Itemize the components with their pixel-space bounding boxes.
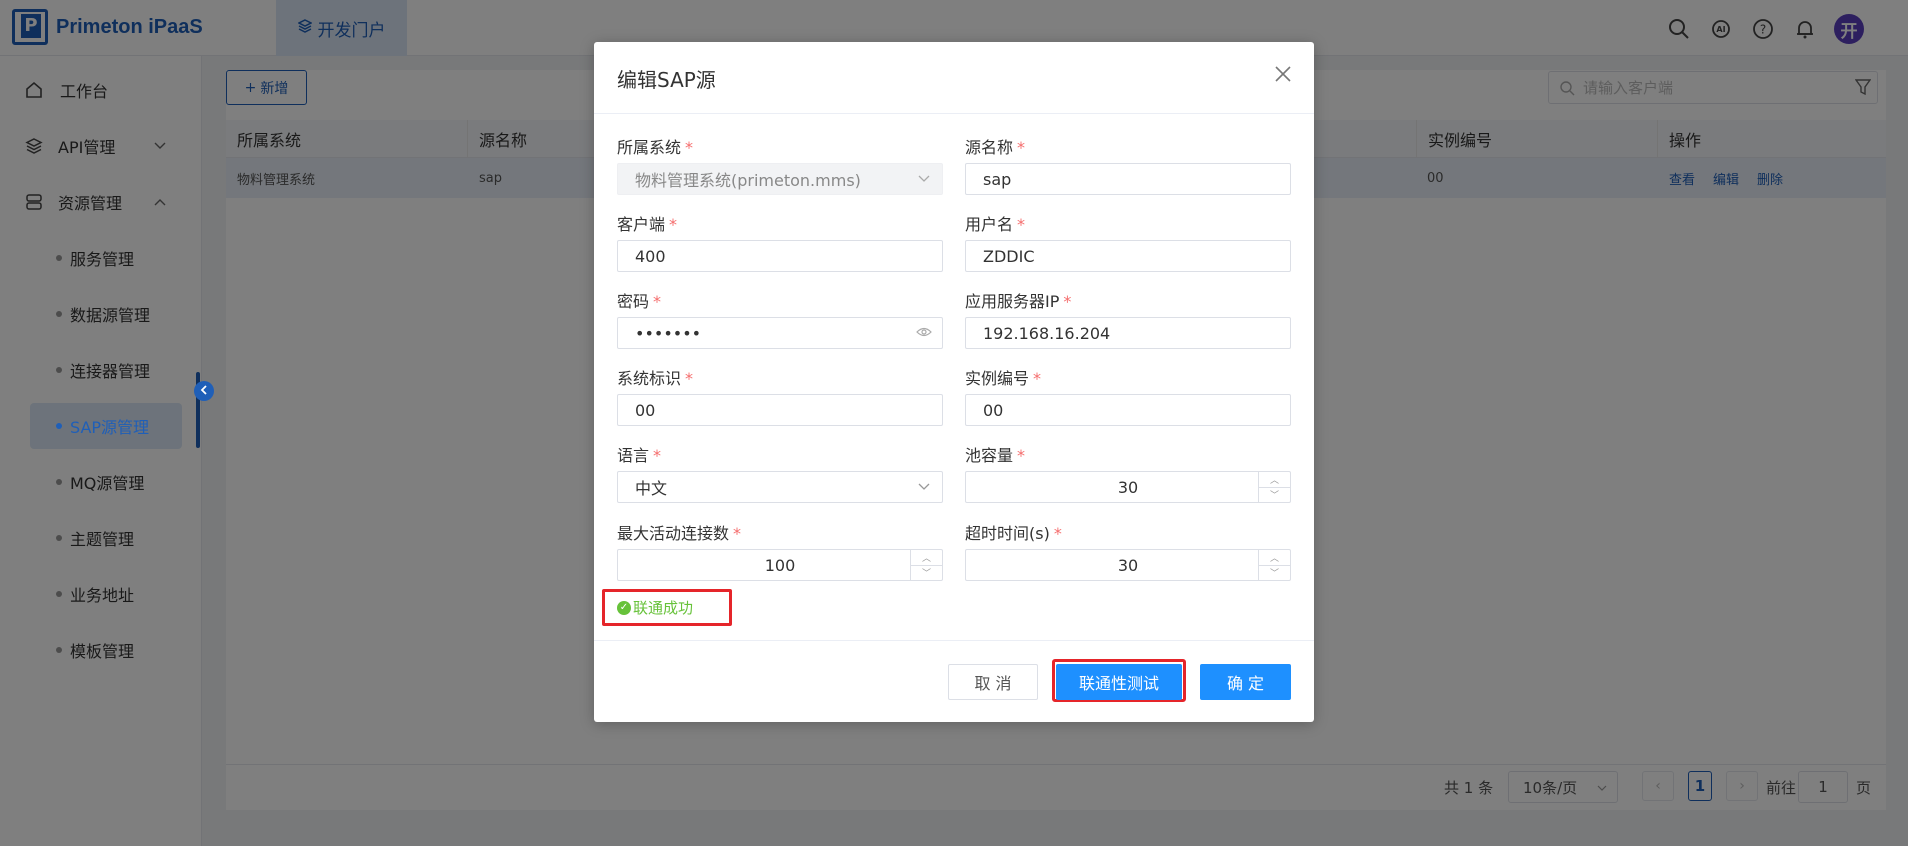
client-input[interactable]: 400 (617, 240, 943, 272)
label-text: 客户端 (617, 215, 666, 234)
confirm-button[interactable]: 确 定 (1200, 664, 1291, 700)
label-text: 语言 (617, 446, 650, 465)
password-input[interactable]: ••••••• (617, 317, 943, 349)
pool-size-value: 30 (1117, 477, 1139, 497)
required-mark: * (653, 292, 662, 311)
label-text: 应用服务器IP (965, 292, 1060, 311)
required-mark: * (1053, 524, 1062, 543)
language-value: 中文 (635, 479, 668, 498)
password-value: ••••••• (635, 323, 702, 343)
pool-size-label: 池容量 * (965, 442, 1025, 466)
increment-icon[interactable]: ︿ (911, 550, 942, 566)
max-connections-stepper[interactable]: 100 ︿ ﹀ (617, 549, 943, 581)
username-label: 用户名 * (965, 211, 1025, 235)
required-mark: * (685, 138, 694, 157)
system-id-label: 系统标识 * (617, 365, 693, 389)
dialog-title: 编辑SAP源 (617, 68, 716, 92)
required-mark: * (1033, 369, 1042, 388)
required-mark: * (733, 524, 742, 543)
chevron-down-icon (918, 172, 930, 186)
dialog-footer: 取 消 联通性测试 确 定 (594, 640, 1314, 722)
sidebar-item-label: SAP源管理 (70, 418, 150, 437)
timeout-value: 30 (1117, 555, 1139, 575)
chevron-down-icon (918, 480, 930, 494)
connection-success-message: ✓ 联通成功 (602, 589, 732, 626)
label-text: 实例编号 (965, 369, 1030, 388)
instance-no-label: 实例编号 * (965, 365, 1041, 389)
bullet-icon (56, 423, 62, 429)
timeout-label: 超时时间(s) * (965, 520, 1062, 544)
close-icon[interactable] (1274, 60, 1292, 90)
stepper-controls: ︿ ﹀ (1258, 550, 1290, 580)
decrement-icon[interactable]: ﹀ (1259, 566, 1290, 581)
decrement-icon[interactable]: ﹀ (911, 566, 942, 581)
label-text: 最大活动连接数 (617, 524, 730, 543)
system-id-input[interactable]: 00 (617, 394, 943, 426)
success-text: 联通成功 (633, 599, 694, 617)
system-label: 所属系统 * (617, 134, 693, 158)
password-label: 密码 * (617, 288, 661, 312)
required-mark: * (1017, 215, 1026, 234)
stepper-controls: ︿ ﹀ (910, 550, 942, 580)
timeout-stepper[interactable]: 30 ︿ ﹀ (965, 549, 1291, 581)
collapse-sidebar-button[interactable] (194, 381, 214, 401)
username-value: ZDDIC (983, 246, 1035, 266)
language-select[interactable]: 中文 (617, 471, 943, 503)
required-mark: * (1063, 292, 1072, 311)
label-text: 系统标识 (617, 369, 682, 388)
pool-size-stepper[interactable]: 30 ︿ ﹀ (965, 471, 1291, 503)
system-select: 物料管理系统(primeton.mms) (617, 163, 943, 195)
label-text: 超时时间(s) (965, 524, 1050, 543)
edit-sap-dialog: 编辑SAP源 所属系统 * 物料管理系统(primeton.mms) 源名称 * s… (594, 42, 1314, 722)
connection-test-button[interactable]: 联通性测试 (1056, 664, 1182, 700)
dialog-header: 编辑SAP源 (594, 42, 1314, 114)
required-mark: * (685, 369, 694, 388)
required-mark: * (1017, 446, 1026, 465)
client-label: 客户端 * (617, 211, 677, 235)
label-text: 密码 (617, 292, 650, 311)
required-mark: * (669, 215, 678, 234)
language-label: 语言 * (617, 442, 661, 466)
system-id-value: 00 (635, 400, 656, 420)
system-value: 物料管理系统(primeton.mms) (635, 171, 861, 190)
username-input[interactable]: ZDDIC (965, 240, 1291, 272)
eye-icon[interactable] (916, 326, 932, 341)
required-mark: * (1017, 138, 1026, 157)
decrement-icon[interactable]: ﹀ (1259, 488, 1290, 503)
check-circle-icon: ✓ (617, 600, 631, 615)
chevron-left-icon (200, 384, 208, 398)
name-label: 源名称 * (965, 134, 1025, 158)
cancel-button[interactable]: 取 消 (948, 664, 1038, 700)
increment-icon[interactable]: ︿ (1259, 472, 1290, 488)
server-ip-label: 应用服务器IP * (965, 288, 1071, 312)
server-ip-value: 192.168.16.204 (983, 323, 1111, 343)
label-text: 源名称 (965, 138, 1014, 157)
client-value: 400 (635, 246, 666, 266)
instance-no-input[interactable]: 00 (965, 394, 1291, 426)
name-input[interactable]: sap (965, 163, 1291, 195)
name-value: sap (983, 169, 1012, 189)
label-text: 池容量 (965, 446, 1014, 465)
label-text: 所属系统 (617, 138, 682, 157)
instance-no-value: 00 (983, 400, 1004, 420)
max-connections-label: 最大活动连接数 * (617, 520, 741, 544)
stepper-controls: ︿ ﹀ (1258, 472, 1290, 502)
max-connections-value: 100 (764, 555, 796, 575)
server-ip-input[interactable]: 192.168.16.204 (965, 317, 1291, 349)
label-text: 用户名 (965, 215, 1014, 234)
increment-icon[interactable]: ︿ (1259, 550, 1290, 566)
required-mark: * (653, 446, 662, 465)
